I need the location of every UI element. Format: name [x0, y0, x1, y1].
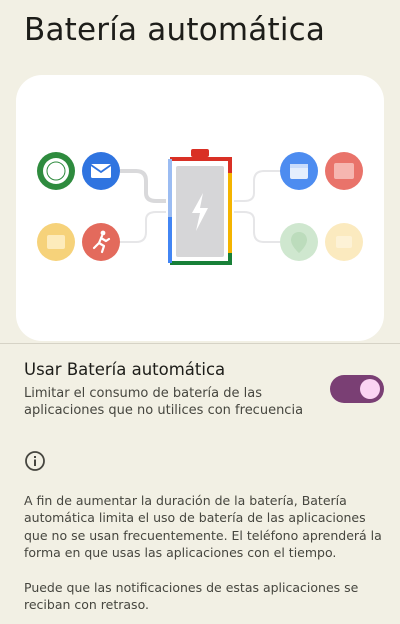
adaptive-battery-toggle[interactable]: [330, 375, 384, 403]
setting-summary: Limitar el consumo de batería de las apl…: [24, 386, 304, 418]
adaptive-battery-setting-row[interactable]: Usar Batería automática Limitar el consu…: [0, 354, 400, 426]
connector-line-left-bottom: [120, 211, 166, 243]
connector-line-right-top: [234, 170, 280, 202]
mail-icon: [82, 152, 120, 190]
maps-icon: [280, 223, 318, 261]
photos-icon: [325, 152, 363, 190]
messages-icon: [37, 152, 75, 190]
setting-title: Usar Batería automática: [24, 360, 226, 379]
section-divider: [0, 343, 400, 344]
folder-icon: [37, 223, 75, 261]
connector-line-left-top: [120, 169, 166, 203]
app-icon: [325, 223, 363, 261]
info-text: A fin de aumentar la duración de la bate…: [24, 492, 386, 613]
info-paragraph-1: A fin de aumentar la duración de la bate…: [24, 493, 382, 561]
page-title: Batería automática: [24, 12, 326, 48]
info-icon: [25, 451, 45, 471]
info-paragraph-2: Puede que las notificaciones de estas ap…: [24, 579, 359, 613]
adaptive-battery-illustration: [16, 75, 384, 341]
running-icon: [82, 223, 120, 261]
calendar-icon: [280, 152, 318, 190]
connector-line-right-bottom: [234, 211, 280, 243]
toggle-thumb: [360, 379, 380, 399]
battery-charging-icon: [168, 149, 232, 265]
